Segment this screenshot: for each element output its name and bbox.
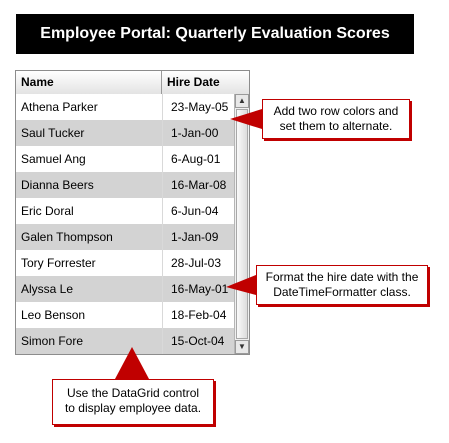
- cell-hire-date: 18-Feb-04: [171, 308, 227, 322]
- callout-hire-date-line1: Format the hire date with the: [265, 270, 419, 284]
- cell-hire-date: 1-Jan-00: [171, 126, 219, 140]
- cell-name: Tory Forrester: [21, 256, 96, 270]
- cell-hire-date: 16-Mar-08: [171, 178, 227, 192]
- scroll-down-arrow-icon[interactable]: ▼: [235, 340, 249, 354]
- cell-hire-date: 1-Jan-09: [171, 230, 219, 244]
- datagrid-rows: Athena Parker 23-May-05 Saul Tucker 1-Jan-0…: [16, 94, 234, 354]
- column-divider: [162, 250, 163, 276]
- cell-hire-date: 6-Jun-04: [171, 204, 219, 218]
- cell-hire-date: 23-May-05: [171, 100, 229, 114]
- table-row[interactable]: Athena Parker 23-May-05: [16, 94, 234, 120]
- scroll-up-arrow-icon[interactable]: ▲: [235, 94, 249, 108]
- cell-hire-date: 6-Aug-01: [171, 152, 221, 166]
- table-row[interactable]: Tory Forrester 28-Jul-03: [16, 250, 234, 276]
- table-row[interactable]: Dianna Beers 16-Mar-08: [16, 172, 234, 198]
- column-divider: [162, 224, 163, 250]
- column-header-name[interactable]: Name: [16, 71, 162, 94]
- cell-name: Leo Benson: [21, 308, 86, 322]
- table-row[interactable]: Leo Benson 18-Feb-04: [16, 302, 234, 328]
- callout-row-colors-line1: Add two row colors and: [273, 104, 399, 118]
- table-row[interactable]: Alyssa Le 16-May-01: [16, 276, 234, 302]
- page-title: Employee Portal: Quarterly Evaluation Sc…: [16, 14, 414, 54]
- callout-datagrid-line1: Use the DataGrid control: [66, 386, 200, 400]
- column-divider: [162, 146, 163, 172]
- vertical-scrollbar[interactable]: ▲ ▼: [234, 94, 249, 354]
- callout-hire-date: Format the hire date with the DateTimeFo…: [256, 265, 428, 305]
- column-divider: [162, 276, 163, 302]
- datagrid-header: Name Hire Date: [16, 71, 249, 95]
- cell-name: Athena Parker: [21, 100, 98, 114]
- column-divider: [162, 328, 163, 354]
- column-divider: [162, 94, 163, 120]
- column-header-hire-date[interactable]: Hire Date: [162, 71, 249, 94]
- scrollbar-thumb[interactable]: [236, 109, 248, 339]
- table-row[interactable]: Saul Tucker 1-Jan-00: [16, 120, 234, 146]
- cell-name: Saul Tucker: [21, 126, 85, 140]
- table-row[interactable]: Galen Thompson 1-Jan-09: [16, 224, 234, 250]
- table-row[interactable]: Simon Fore 15-Oct-04: [16, 328, 234, 354]
- column-divider: [162, 172, 163, 198]
- callout-datagrid: Use the DataGrid control to display empl…: [52, 379, 214, 425]
- cell-hire-date: 15-Oct-04: [171, 334, 225, 348]
- table-row[interactable]: Samuel Ang 6-Aug-01: [16, 146, 234, 172]
- callout-row-colors-line2: set them to alternate.: [279, 119, 393, 133]
- callout-datagrid-line2: to display employee data.: [64, 401, 202, 415]
- cell-name: Alyssa Le: [21, 282, 74, 296]
- callout-row-colors: Add two row colors and set them to alter…: [262, 99, 410, 139]
- cell-hire-date: 16-May-01: [171, 282, 229, 296]
- cell-name: Samuel Ang: [21, 152, 86, 166]
- cell-name: Eric Doral: [21, 204, 74, 218]
- cell-name: Galen Thompson: [21, 230, 113, 244]
- cell-name: Dianna Beers: [21, 178, 94, 192]
- cell-hire-date: 28-Jul-03: [171, 256, 222, 270]
- table-row[interactable]: Eric Doral 6-Jun-04: [16, 198, 234, 224]
- callout-hire-date-line2: DateTimeFormatter class.: [273, 285, 411, 299]
- employee-datagrid[interactable]: Name Hire Date Athena Parker 23-May-05 Sau…: [15, 70, 250, 355]
- cell-name: Simon Fore: [21, 334, 84, 348]
- column-divider: [162, 120, 163, 146]
- column-divider: [162, 198, 163, 224]
- column-divider: [162, 302, 163, 328]
